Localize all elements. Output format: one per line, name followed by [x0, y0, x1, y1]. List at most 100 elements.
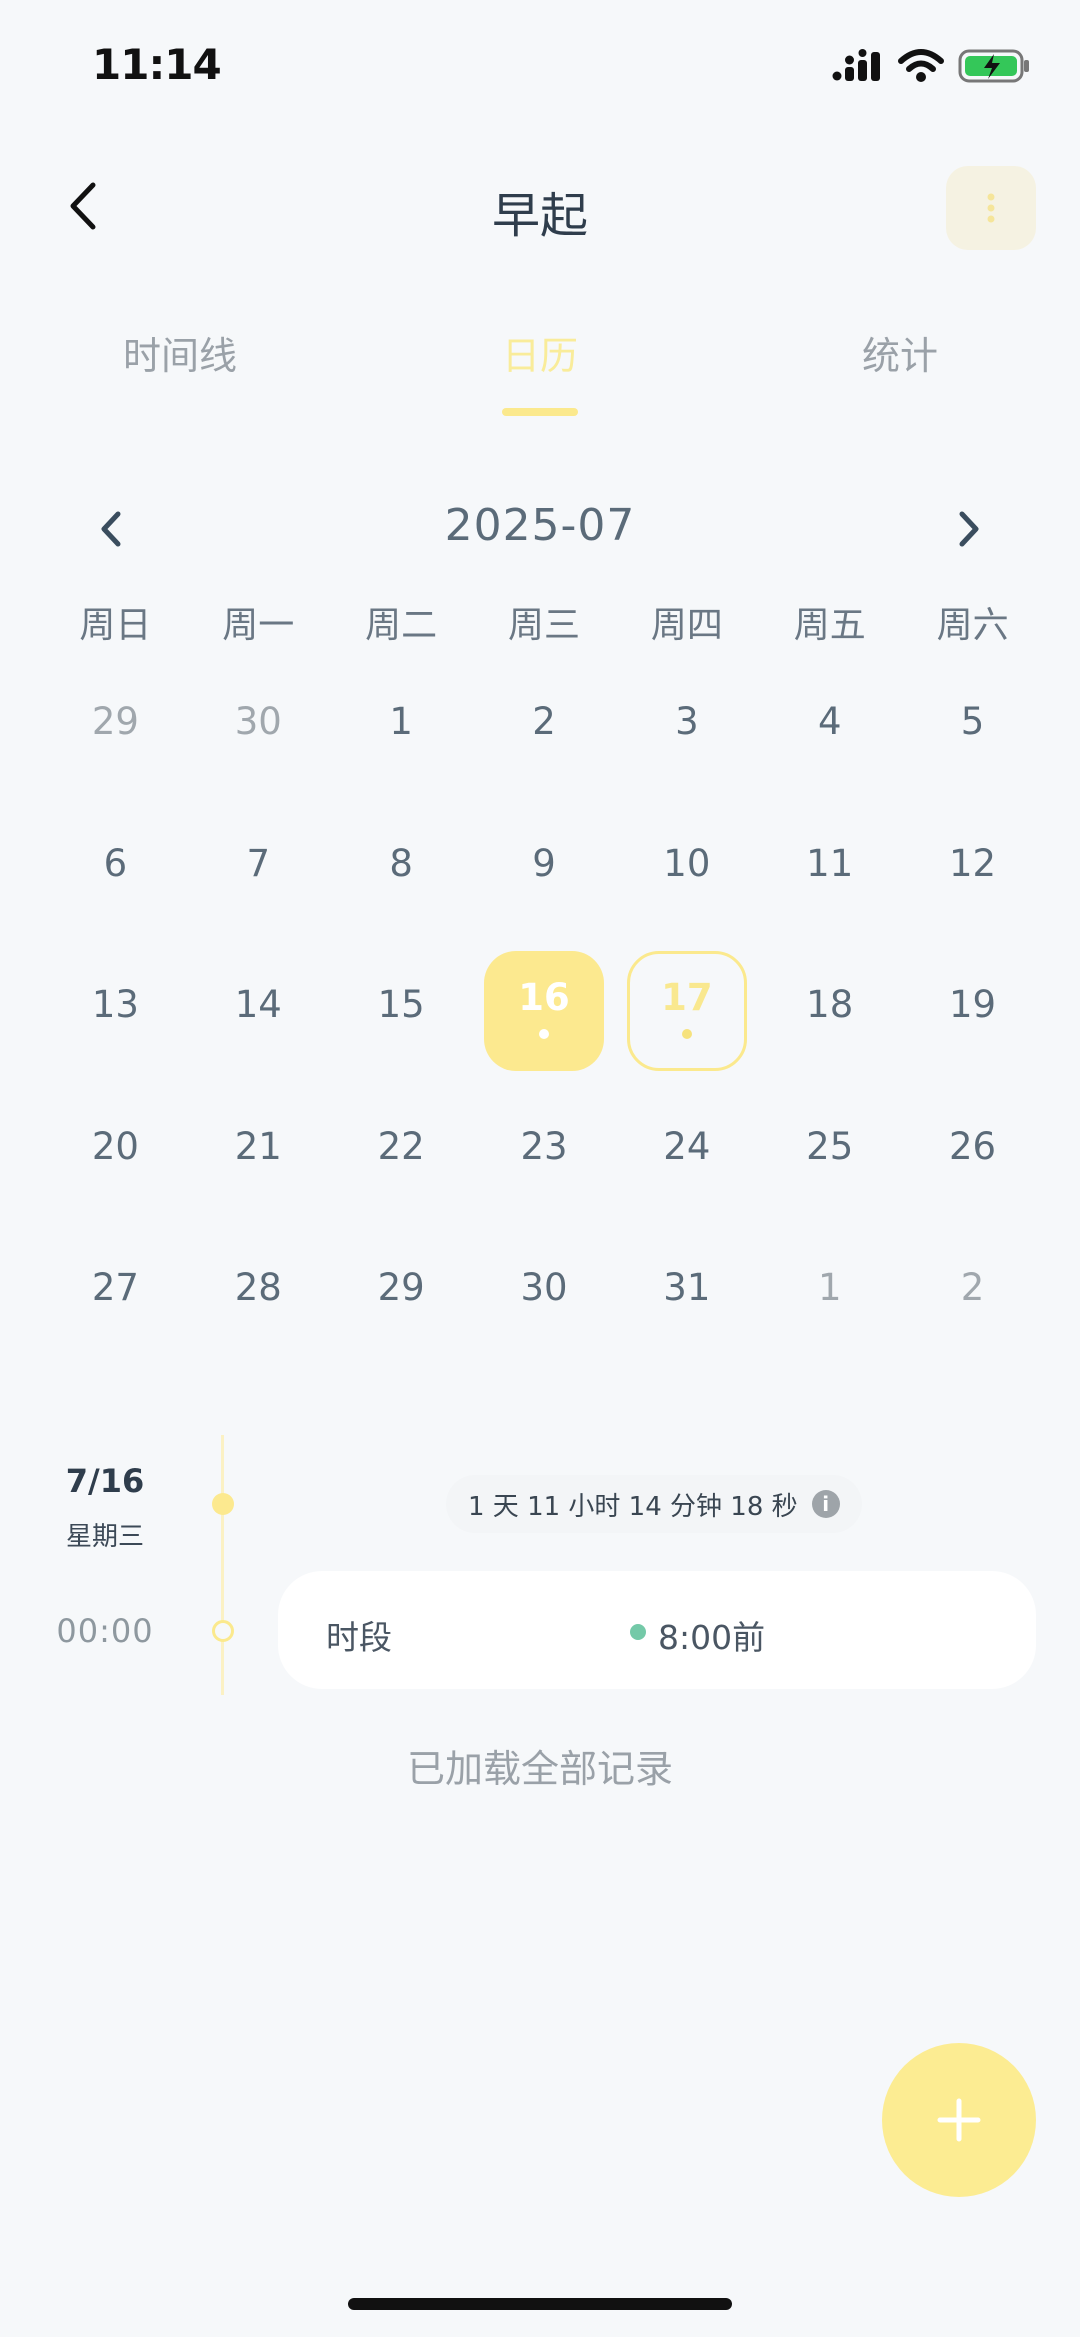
day-number: 4	[817, 700, 842, 743]
calendar-day[interactable]: 16	[473, 941, 616, 1083]
weekday-label: 周三	[507, 605, 580, 646]
day-number: 28	[234, 1266, 282, 1309]
tab-stats[interactable]: 统计	[800, 325, 1000, 380]
calendar-day[interactable]: 25	[758, 1083, 901, 1225]
day-number: 30	[520, 1266, 568, 1309]
calendar-day[interactable]: 13	[44, 941, 187, 1083]
calendar-day[interactable]: 4	[758, 658, 901, 800]
calendar-day[interactable]: 24	[615, 1083, 758, 1225]
calendar-day[interactable]: 19	[901, 941, 1044, 1083]
calendar-day[interactable]: 27	[44, 1224, 187, 1366]
calendar-day[interactable]: 17	[615, 941, 758, 1083]
day-number: 13	[91, 983, 139, 1026]
day-number: 7	[246, 841, 271, 885]
selected-day[interactable]: 16	[483, 951, 604, 1071]
day-number: 2	[960, 1266, 985, 1309]
day-number: 3	[675, 700, 699, 743]
all-loaded-text: 已加载全部记录	[406, 1747, 673, 1791]
day-number: 1	[389, 700, 413, 743]
calendar-day[interactable]: 31	[615, 1224, 758, 1366]
calendar-day[interactable]: 2	[473, 658, 616, 800]
calendar-day[interactable]: 12	[901, 800, 1044, 942]
day-number: 1	[817, 1266, 842, 1309]
duration-chip[interactable]: 1 天 11 小时 14 分钟 18 秒 i	[446, 1475, 862, 1533]
tab-timeline[interactable]: 时间线	[80, 325, 280, 380]
more-button[interactable]	[946, 166, 1036, 250]
day-number: 9	[532, 841, 556, 885]
calendar-day[interactable]: 6	[44, 800, 187, 942]
calendar-day[interactable]: 5	[901, 658, 1044, 800]
day-number: 26	[949, 1124, 997, 1168]
day-number: 11	[806, 841, 854, 885]
duration-text: 1 天 11 小时 14 分钟 18 秒	[468, 1491, 798, 1522]
calendar-day[interactable]: 10	[615, 800, 758, 942]
status-icons	[832, 48, 1030, 84]
day-number: 16	[518, 975, 570, 1019]
page-title: 早起	[491, 188, 588, 244]
calendar-day[interactable]: 29	[330, 1224, 473, 1366]
more-vertical-icon	[987, 193, 995, 223]
calendar-day[interactable]: 20	[44, 1083, 187, 1225]
calendar-day[interactable]: 1	[330, 658, 473, 800]
day-number: 29	[91, 700, 139, 743]
weekday-label: 周六	[936, 605, 1009, 646]
timeline-day-dot	[212, 1493, 234, 1515]
calendar-day[interactable]: 26	[901, 1083, 1044, 1225]
day-number: 14	[234, 983, 282, 1026]
record-dot	[681, 1028, 692, 1039]
tab-active-indicator	[502, 408, 578, 416]
weekday-label: 周五	[793, 605, 866, 646]
weekday-header: 周日 周一 周二 周三 周四 周五 周六	[44, 596, 1044, 648]
day-number: 25	[806, 1124, 854, 1168]
calendar-day[interactable]: 1	[758, 1224, 901, 1366]
calendar-day[interactable]: 30	[473, 1224, 616, 1366]
calendar-day[interactable]: 22	[330, 1083, 473, 1225]
battery-charging-icon	[958, 49, 1029, 83]
entry-time: 00:00	[56, 1612, 154, 1650]
day-number: 20	[91, 1124, 139, 1168]
day-number: 2	[532, 700, 556, 743]
calendar-day[interactable]: 15	[330, 941, 473, 1083]
info-icon[interactable]: i	[811, 1490, 840, 1518]
calendar-day[interactable]: 29	[44, 658, 187, 800]
timeline-line	[221, 1435, 224, 1695]
day-number: 27	[91, 1266, 139, 1309]
next-month-button[interactable]	[946, 506, 992, 552]
day-number: 30	[234, 700, 282, 743]
calendar-day[interactable]: 23	[473, 1083, 616, 1225]
day-number: 21	[234, 1124, 282, 1168]
record-dot	[538, 1028, 549, 1039]
status-time: 11:14	[92, 40, 222, 89]
calendar-day[interactable]: 28	[187, 1224, 330, 1366]
timeline-entry-dot	[212, 1620, 234, 1642]
calendar-day[interactable]: 18	[758, 941, 901, 1083]
month-label: 2025-07	[444, 500, 636, 551]
calendar-day[interactable]: 2	[901, 1224, 1044, 1366]
plus-icon	[937, 2098, 981, 2142]
calendar-day[interactable]: 9	[473, 800, 616, 942]
calendar-day[interactable]: 7	[187, 800, 330, 942]
calendar-day[interactable]: 21	[187, 1083, 330, 1225]
day-number: 10	[663, 841, 711, 885]
calendar-day[interactable]: 30	[187, 658, 330, 800]
calendar-day[interactable]: 14	[187, 941, 330, 1083]
day-number: 24	[663, 1124, 711, 1168]
wifi-icon	[898, 49, 944, 82]
calendar-day[interactable]: 3	[615, 658, 758, 800]
record-label: 时段	[326, 1618, 392, 1657]
record-value: 8:00前	[658, 1618, 766, 1657]
weekday-label: 周一	[222, 605, 295, 646]
weekday-label: 周四	[650, 605, 723, 646]
calendar-grid: 29 30 1 2 3 4 5 6 7 8 9 10 11 12 13 14 15 16 17 18 19 20 21 22 2…	[44, 658, 1044, 1366]
calendar-day[interactable]: 11	[758, 800, 901, 942]
day-number: 15	[377, 983, 425, 1026]
signal-icon	[832, 49, 880, 81]
weekday-label: 周日	[79, 605, 152, 646]
today-day[interactable]: 17	[626, 951, 747, 1071]
day-number: 23	[520, 1124, 568, 1168]
weekday-label: 周二	[365, 605, 438, 646]
tab-calendar[interactable]: 日历	[440, 325, 640, 380]
add-record-button[interactable]	[882, 2043, 1036, 2197]
calendar-day[interactable]: 8	[330, 800, 473, 942]
day-number: 5	[960, 700, 985, 743]
